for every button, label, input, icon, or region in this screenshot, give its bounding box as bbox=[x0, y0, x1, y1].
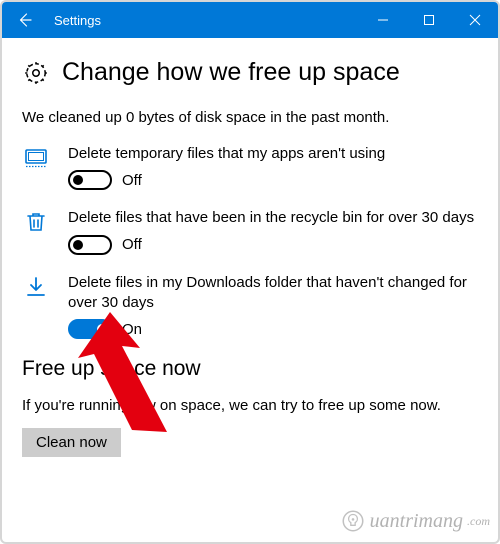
option-label: Delete temporary files that my apps aren… bbox=[68, 144, 478, 164]
maximize-icon bbox=[423, 14, 435, 26]
titlebar: Settings bbox=[2, 2, 498, 38]
clean-now-button[interactable]: Clean now bbox=[22, 428, 121, 457]
monitor-icon bbox=[22, 144, 50, 170]
download-icon bbox=[22, 273, 50, 299]
watermark: uantrimang.com bbox=[340, 508, 490, 534]
cleanup-summary: We cleaned up 0 bytes of disk space in t… bbox=[22, 109, 478, 126]
page-title: Change how we free up space bbox=[62, 58, 400, 87]
gear-icon bbox=[22, 59, 50, 87]
close-icon bbox=[469, 14, 481, 26]
back-button[interactable] bbox=[2, 2, 48, 38]
toggle-state: Off bbox=[122, 236, 142, 253]
window-title: Settings bbox=[48, 13, 101, 28]
toggle-state: On bbox=[122, 321, 142, 338]
maximize-button[interactable] bbox=[406, 2, 452, 38]
section-title: Free up space now bbox=[22, 357, 478, 381]
toggle-state: Off bbox=[122, 172, 142, 189]
option-recycle-bin: Delete files that have been in the recyc… bbox=[22, 208, 478, 254]
bulb-icon bbox=[340, 508, 366, 534]
close-button[interactable] bbox=[452, 2, 498, 38]
minimize-button[interactable] bbox=[360, 2, 406, 38]
settings-window: Settings Change how we free up space We … bbox=[0, 0, 500, 544]
option-label: Delete files in my Downloads folder that… bbox=[68, 273, 478, 314]
trash-icon bbox=[22, 208, 50, 234]
toggle-temp-files[interactable] bbox=[68, 170, 112, 190]
toggle-recycle-bin[interactable] bbox=[68, 235, 112, 255]
option-temp-files: Delete temporary files that my apps aren… bbox=[22, 144, 478, 190]
minimize-icon bbox=[377, 14, 389, 26]
arrow-left-icon bbox=[16, 11, 34, 29]
option-downloads: Delete files in my Downloads folder that… bbox=[22, 273, 478, 340]
toggle-downloads[interactable] bbox=[68, 319, 112, 339]
section-desc: If you're running low on space, we can t… bbox=[22, 397, 478, 414]
option-label: Delete files that have been in the recyc… bbox=[68, 208, 478, 228]
